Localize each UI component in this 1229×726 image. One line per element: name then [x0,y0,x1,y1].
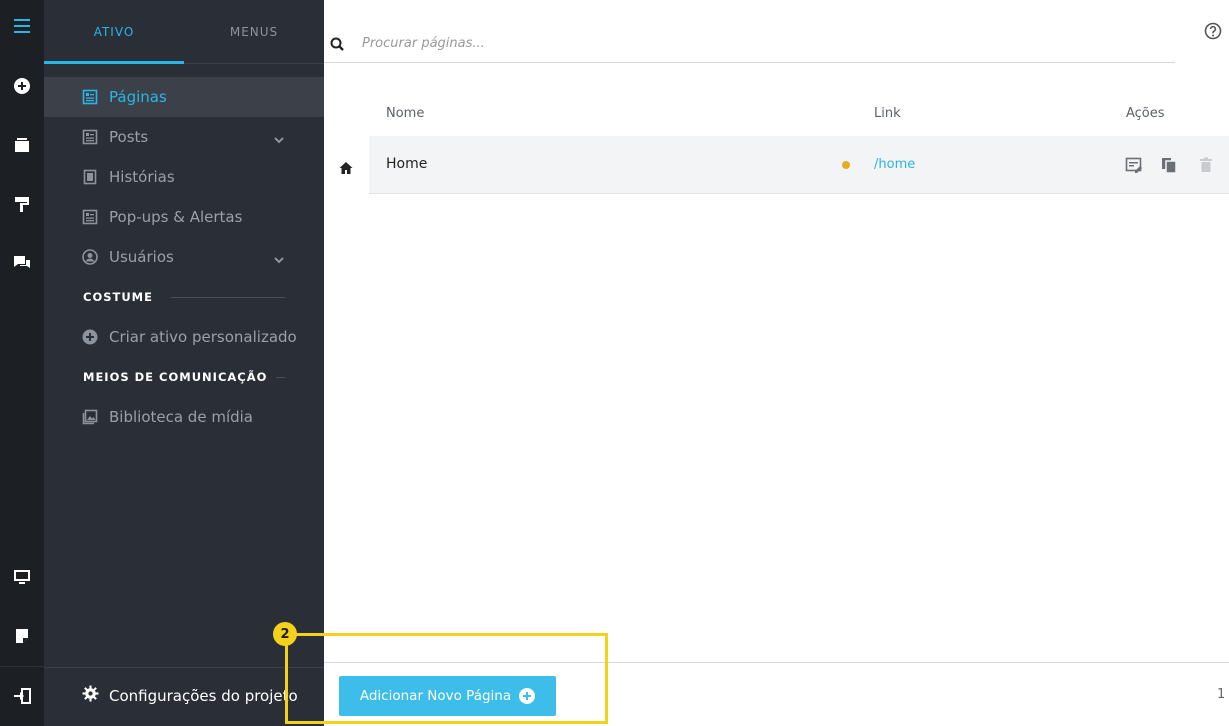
chevron-down-icon[interactable] [273,251,285,264]
highlight-box [285,633,608,724]
sidebar-item-label: Criar ativo personalizado [109,328,297,346]
asset-panel: ATIVO MENUS Páginas Posts Histórias Pop-… [44,0,324,726]
column-header-name: Nome [386,106,425,121]
home-icon [339,160,353,174]
sidebar-item-paginas[interactable]: Páginas [44,77,324,117]
sidebar-item-criar-ativo[interactable]: Criar ativo personalizado [44,317,324,357]
section-divider [276,377,285,378]
layers-icon[interactable] [0,133,44,157]
icon-rail [0,0,44,726]
page-icon [82,129,98,145]
image-icon [82,409,98,425]
tab-ativo[interactable]: ATIVO [44,0,184,64]
search-icon [330,36,344,51]
page-name[interactable]: Home [386,136,427,192]
plus-circle-icon [82,329,98,345]
sidebar-item-label: Histórias [109,168,175,186]
note-icon[interactable] [0,624,44,648]
edit-icon[interactable] [1125,156,1143,174]
active-tab-indicator [44,61,184,64]
step-badge: 2 [273,622,297,646]
sidebar-item-label: Biblioteca de mídia [109,408,253,426]
sidebar-item-biblioteca[interactable]: Biblioteca de mídia [44,397,324,437]
page-link[interactable]: /home [874,136,915,194]
plus-circle-icon[interactable] [0,74,44,98]
rail-divider [0,666,44,667]
sidebar-item-usuarios[interactable]: Usuários [44,237,324,277]
panel-tabs: ATIVO MENUS [44,0,324,64]
monitor-icon[interactable] [0,565,44,589]
copy-icon[interactable] [1160,156,1178,174]
sidebar-item-popups[interactable]: Pop-ups & Alertas [44,197,324,237]
help-icon[interactable] [1204,22,1222,40]
chat-icon[interactable] [0,251,44,275]
section-divider [171,297,285,298]
chevron-down-icon[interactable] [273,131,285,144]
page-icon [82,169,98,185]
page-number: 1 [1217,687,1226,702]
page-icon [82,209,98,225]
sidebar-item-posts[interactable]: Posts [44,117,324,157]
exit-icon[interactable] [0,684,44,708]
column-header-actions: Ações [1126,106,1165,121]
search-input[interactable] [360,30,1140,56]
sidebar-item-label: Posts [109,128,149,146]
menu-icon[interactable] [0,14,44,38]
tab-menus[interactable]: MENUS [184,0,324,64]
search-bar [324,0,1175,63]
project-settings-label: Configurações do projeto [109,687,298,705]
user-circle-icon [82,249,98,265]
status-dot [842,161,850,169]
column-header-link: Link [874,106,901,121]
pages-main: Nome Link Ações Home /home Adicionar Nov… [324,0,1229,726]
gear-icon [82,685,99,702]
paint-roller-icon[interactable] [0,192,44,216]
sidebar-item-historias[interactable]: Histórias [44,157,324,197]
section-title-media: MEIOS DE COMUNICAÇÃO [83,370,268,384]
table-header: Nome Link Ações [369,100,1229,126]
sidebar-item-label: Páginas [109,88,167,106]
table-row[interactable]: Home /home [369,136,1229,194]
section-title-costume: COSTUME [83,290,153,304]
sidebar-item-label: Usuários [109,248,174,266]
trash-icon[interactable] [1197,156,1215,174]
project-settings[interactable]: Configurações do projeto [44,667,324,726]
page-icon [82,89,98,105]
sidebar-item-label: Pop-ups & Alertas [109,208,243,226]
